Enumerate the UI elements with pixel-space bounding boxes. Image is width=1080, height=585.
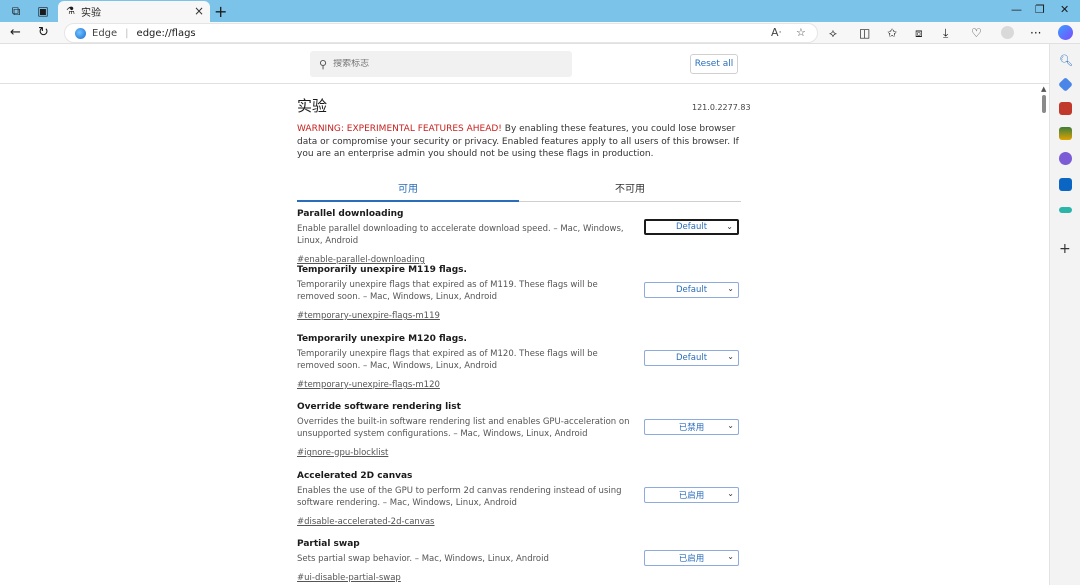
flag-select[interactable]: Default ⌄ [644, 350, 739, 366]
flag-select-value: 已启用 [678, 554, 705, 564]
flag-select-value: Default [675, 353, 708, 363]
flag-title: Partial swap [297, 539, 360, 549]
downloads-icon[interactable]: ⤓ [943, 26, 948, 41]
read-aloud-icon[interactable]: Aᐧ [771, 26, 781, 39]
flag-title: Temporarily unexpire M120 flags. [297, 334, 467, 344]
flag-select-value: Default [675, 222, 708, 232]
warning-message: WARNING: EXPERIMENTAL FEATURES AHEAD! By… [297, 123, 745, 161]
edge-logo-icon [75, 27, 86, 39]
chevron-down-icon: ⌄ [727, 352, 734, 361]
address-label: Edge [92, 27, 118, 39]
close-window-icon[interactable]: ✕ [1060, 3, 1069, 16]
favorites-icon[interactable]: ✩ [887, 26, 897, 40]
flag-select[interactable]: Default ⌄ [644, 282, 739, 298]
tab-actions-icon[interactable]: ▣ [35, 3, 51, 19]
chevron-down-icon: ⌄ [727, 552, 734, 561]
tab-strip: ⧉ ▣ ⚗ 实验 × + — ❐ ✕ [0, 0, 1080, 22]
new-tab-icon[interactable]: + [214, 2, 227, 21]
sidebar-m365-icon[interactable] [1059, 152, 1072, 165]
flag-item: Partial swap Sets partial swap behavior.… [297, 539, 741, 584]
sidebar-games-icon[interactable] [1059, 127, 1072, 140]
tab-title: 实验 [80, 8, 101, 19]
tab-unavailable[interactable]: 不可用 [519, 180, 741, 195]
flag-select[interactable]: 已启用 ⌄ [644, 487, 739, 503]
flag-title: Parallel downloading [297, 209, 404, 219]
page-title: 实验 [297, 97, 328, 115]
back-icon[interactable]: ← [10, 25, 21, 40]
active-tab-indicator [297, 200, 519, 202]
tab-available[interactable]: 可用 [297, 180, 519, 195]
flag-item: Override software rendering list Overrid… [297, 402, 741, 459]
performance-icon[interactable]: ♡ [971, 26, 982, 40]
flag-select[interactable]: 已禁用 ⌄ [644, 419, 739, 435]
restore-icon[interactable]: ❐ [1035, 3, 1045, 16]
flag-item: Temporarily unexpire M119 flags. Tempora… [297, 265, 741, 322]
address-bar[interactable]: Edge | edge://flags Aᐧ ☆ [64, 23, 818, 43]
chevron-down-icon: ⌄ [727, 489, 734, 498]
profile-avatar[interactable] [1001, 26, 1014, 39]
flag-select-value: 已禁用 [678, 423, 705, 433]
search-icon: ⚲ [319, 57, 328, 71]
sidebar-shopping-icon[interactable] [1058, 77, 1073, 92]
sidebar-drop-icon[interactable] [1059, 207, 1072, 213]
flag-link[interactable]: #ignore-gpu-blocklist [297, 448, 388, 458]
page-content: ⚲ Reset all ▲ 实验 121.0.2277.83 WARNING: … [0, 44, 1049, 585]
favorite-star-icon[interactable]: ☆ [796, 26, 806, 39]
sidebar-outlook-icon[interactable] [1059, 178, 1072, 191]
flag-description: Enables the use of the GPU to perform 2d… [297, 486, 622, 508]
flag-select[interactable]: 已启用 ⌄ [644, 550, 739, 566]
chevron-down-icon: ⌄ [726, 222, 733, 231]
flag-description: Sets partial swap behavior. – Mac, Windo… [297, 554, 549, 564]
version-number: 121.0.2277.83 [692, 103, 751, 112]
extensions-icon[interactable]: ⟡ [829, 26, 837, 41]
sidebar-add-icon[interactable]: + [1059, 242, 1072, 256]
close-tab-icon[interactable]: × [194, 4, 204, 18]
sidebar-search-icon[interactable]: 🔍︎ [1059, 54, 1073, 67]
more-menu-icon[interactable]: ··· [1030, 26, 1041, 40]
flag-select-value: Default [675, 285, 708, 295]
search-flags-input[interactable] [333, 59, 554, 69]
flag-link[interactable]: #temporary-unexpire-flags-m120 [297, 380, 440, 390]
flags-tabs: 可用 不可用 [297, 178, 741, 202]
refresh-icon[interactable]: ↻ [38, 25, 49, 40]
flag-link[interactable]: #disable-accelerated-2d-canvas [297, 517, 434, 527]
flag-description: Temporarily unexpire flags that expired … [297, 280, 598, 302]
flag-item: Parallel downloading Enable parallel dow… [297, 209, 741, 266]
flag-title: Accelerated 2D canvas [297, 471, 413, 481]
scroll-up-arrow[interactable]: ▲ [1041, 85, 1046, 93]
flag-select-value: 已启用 [678, 491, 705, 501]
reset-all-button[interactable]: Reset all [690, 54, 738, 74]
minimize-icon[interactable]: — [1011, 3, 1022, 16]
edge-sidebar: 🔍︎ + [1049, 44, 1080, 585]
flag-description: Enable parallel downloading to accelerat… [297, 224, 624, 246]
collections-icon[interactable]: ⧈ [915, 26, 923, 41]
flag-title: Override software rendering list [297, 402, 461, 412]
flag-link[interactable]: #temporary-unexpire-flags-m119 [297, 311, 440, 321]
split-screen-icon[interactable]: ◫ [859, 26, 870, 40]
tab-flags[interactable]: ⚗ 实验 × [58, 1, 210, 22]
workspaces-icon[interactable]: ⧉ [8, 3, 24, 19]
flag-title: Temporarily unexpire M119 flags. [297, 265, 467, 275]
flag-link[interactable]: #ui-disable-partial-swap [297, 573, 401, 583]
flag-description: Overrides the built-in software renderin… [297, 417, 630, 439]
flag-item: Temporarily unexpire M120 flags. Tempora… [297, 334, 741, 391]
flag-link[interactable]: #enable-parallel-downloading [297, 255, 425, 265]
flag-select[interactable]: Default ⌄ [644, 219, 739, 235]
copilot-icon[interactable] [1058, 25, 1073, 40]
sidebar-tools-icon[interactable] [1059, 102, 1072, 115]
warning-heading: WARNING: EXPERIMENTAL FEATURES AHEAD! [297, 124, 502, 134]
toolbar: ← ↻ Edge | edge://flags Aᐧ ☆ ⟡ ◫ ✩ ⧈ ⤓ ♡… [0, 22, 1080, 44]
flag-item: Accelerated 2D canvas Enables the use of… [297, 471, 741, 528]
scrollbar-thumb[interactable] [1042, 95, 1046, 113]
address-separator: | [125, 27, 129, 39]
url-text[interactable]: edge://flags [137, 28, 196, 39]
flask-icon: ⚗ [66, 6, 75, 17]
chevron-down-icon: ⌄ [727, 284, 734, 293]
chevron-down-icon: ⌄ [727, 421, 734, 430]
flag-description: Temporarily unexpire flags that expired … [297, 349, 598, 371]
search-box[interactable]: ⚲ [310, 51, 572, 77]
flags-header: ⚲ Reset all [0, 44, 1049, 84]
